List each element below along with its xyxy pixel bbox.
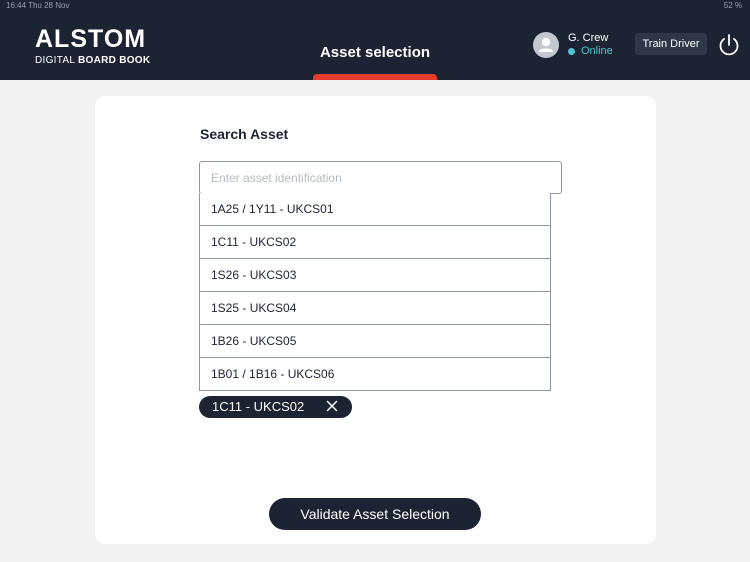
search-asset-heading: Search Asset <box>200 126 289 142</box>
power-icon <box>719 34 739 56</box>
asset-dropdown-list: 1A25 / 1Y11 - UKCS01 1C11 - UKCS02 1S26 … <box>199 193 551 391</box>
power-button[interactable] <box>716 32 742 58</box>
user-icon <box>539 37 553 52</box>
status-bar: 16:44 Thu 28 Nov 52 % <box>0 0 750 12</box>
user-name: G. Crew <box>568 32 609 44</box>
asset-option[interactable]: 1A25 / 1Y11 - UKCS01 <box>200 193 550 225</box>
asset-option[interactable]: 1S25 - UKCS04 <box>200 291 550 324</box>
user-status: Online <box>568 45 613 57</box>
avatar <box>533 32 559 58</box>
status-time-date: 16:44 Thu 28 Nov <box>6 1 70 10</box>
status-battery: 52 % <box>723 1 742 10</box>
validate-asset-selection-button[interactable]: Validate Asset Selection <box>269 498 481 530</box>
asset-option[interactable]: 1B01 / 1B16 - UKCS06 <box>200 357 550 390</box>
remove-chip-close-icon[interactable] <box>326 400 338 412</box>
selected-asset-chip: 1C11 - UKCS02 <box>199 396 352 418</box>
active-tab-indicator <box>313 74 437 80</box>
role-badge[interactable]: Train Driver <box>635 33 707 55</box>
asset-option[interactable]: 1S26 - UKCS03 <box>200 258 550 291</box>
selected-asset-label: 1C11 - UKCS02 <box>212 399 305 414</box>
app-header: ALSTOM DIGITAL BOARD BOOK Asset selectio… <box>0 12 750 80</box>
online-dot-icon <box>568 47 575 55</box>
asset-selection-card: Search Asset 1A25 / 1Y11 - UKCS01 1C11 -… <box>95 96 656 544</box>
asset-search-input[interactable] <box>199 161 562 194</box>
asset-option[interactable]: 1B26 - UKCS05 <box>200 324 550 357</box>
asset-option[interactable]: 1C11 - UKCS02 <box>200 225 550 258</box>
